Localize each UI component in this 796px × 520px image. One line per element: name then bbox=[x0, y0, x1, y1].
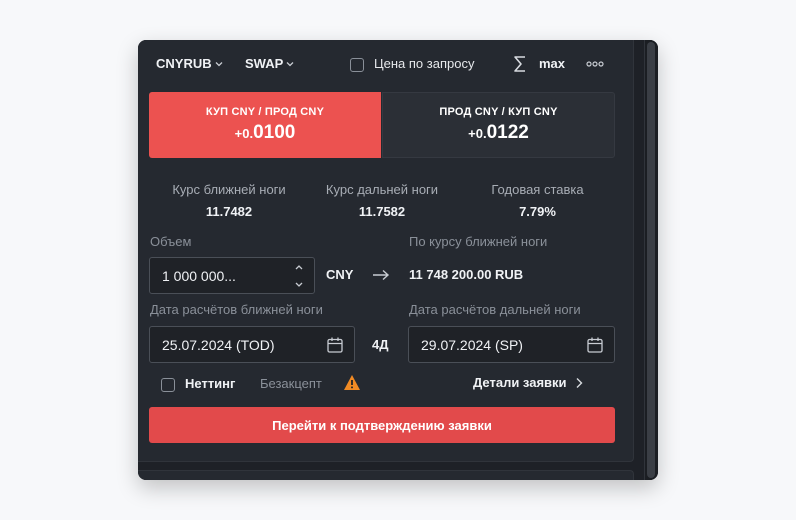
buy-side-button[interactable]: КУП CNY / ПРОД CNY +0. 0100 bbox=[149, 92, 381, 158]
chevron-down-icon bbox=[286, 61, 294, 66]
chevron-right-icon bbox=[576, 377, 583, 388]
sell-side-button[interactable]: ПРОД CNY / КУП CNY +0. 0122 bbox=[382, 92, 615, 158]
calendar-icon[interactable] bbox=[586, 336, 604, 354]
calendar-icon[interactable] bbox=[326, 336, 344, 354]
order-form: CNYRUB SWAP Цена по запросу max КУП CNY … bbox=[138, 40, 634, 462]
price-on-request-checkbox[interactable] bbox=[350, 58, 364, 72]
sigma-icon[interactable] bbox=[513, 55, 527, 73]
near-leg-result-label: По курсу ближней ноги bbox=[409, 234, 548, 249]
sell-side-title: ПРОД CNY / КУП CNY bbox=[439, 106, 558, 118]
far-date-value: 29.07.2024 (SP) bbox=[421, 336, 523, 353]
buy-side-title: КУП CNY / ПРОД CNY bbox=[205, 106, 325, 118]
term-label: 4Д bbox=[372, 337, 389, 352]
scrollbar-track[interactable] bbox=[644, 40, 658, 480]
near-date-value: 25.07.2024 (TOD) bbox=[162, 336, 275, 353]
sell-side-price: +0. 0122 bbox=[468, 122, 529, 143]
rate-label: Годовая ставка bbox=[491, 182, 584, 197]
confirm-order-button[interactable]: Перейти к подтверждению заявки bbox=[149, 407, 615, 443]
netting-label: Неттинг bbox=[185, 376, 236, 391]
type-label: SWAP bbox=[245, 56, 284, 71]
order-details-label: Детали заявки bbox=[473, 375, 567, 390]
instrument-label: CNYRUB bbox=[156, 56, 212, 71]
far-date-field[interactable]: 29.07.2024 (SP) bbox=[408, 326, 615, 363]
buy-side-price: +0. 0100 bbox=[234, 122, 296, 143]
netting-checkbox[interactable] bbox=[161, 378, 175, 392]
near-leg-result-value: 11 748 200.00 RUB bbox=[409, 267, 524, 282]
volume-stepper[interactable] bbox=[294, 264, 304, 288]
no-accept-label: Безакцепт bbox=[260, 376, 322, 391]
rate-value: 7.79% bbox=[519, 204, 556, 219]
order-panel: CNYRUB SWAP Цена по запросу max КУП CNY … bbox=[138, 40, 658, 480]
max-button[interactable]: max bbox=[539, 56, 565, 71]
volume-currency: CNY bbox=[326, 267, 354, 282]
next-section bbox=[138, 470, 634, 480]
rate-label: Курс ближней ноги bbox=[172, 182, 286, 197]
volume-label: Объем bbox=[150, 234, 192, 249]
near-leg-rate: Курс ближней ноги 11.7482 bbox=[154, 182, 304, 219]
chevron-down-icon bbox=[215, 61, 223, 66]
arrow-right-icon bbox=[373, 269, 390, 281]
instrument-dropdown[interactable]: CNYRUB bbox=[156, 56, 223, 71]
chevron-up-icon[interactable] bbox=[294, 264, 304, 271]
far-leg-rate: Курс дальней ноги 11.7582 bbox=[307, 182, 457, 219]
far-date-label: Дата расчётов дальней ноги bbox=[409, 302, 581, 317]
near-date-field[interactable]: 25.07.2024 (TOD) bbox=[149, 326, 355, 363]
price-on-request-label: Цена по запросу bbox=[374, 56, 475, 71]
scrollbar-thumb[interactable] bbox=[647, 42, 655, 478]
chevron-down-icon[interactable] bbox=[294, 281, 304, 288]
type-dropdown[interactable]: SWAP bbox=[245, 56, 294, 71]
near-date-label: Дата расчётов ближней ноги bbox=[150, 302, 323, 317]
annual-rate: Годовая ставка 7.79% bbox=[460, 182, 615, 219]
warning-icon bbox=[344, 375, 360, 390]
order-details-link[interactable]: Детали заявки bbox=[473, 375, 583, 390]
rate-label: Курс дальней ноги bbox=[325, 182, 439, 197]
rate-value: 11.7582 bbox=[358, 204, 406, 219]
volume-input[interactable]: 1 000 000... bbox=[149, 257, 315, 294]
rate-value: 11.7482 bbox=[205, 204, 253, 219]
more-options-icon[interactable] bbox=[586, 61, 604, 67]
volume-value: 1 000 000... bbox=[162, 267, 236, 284]
